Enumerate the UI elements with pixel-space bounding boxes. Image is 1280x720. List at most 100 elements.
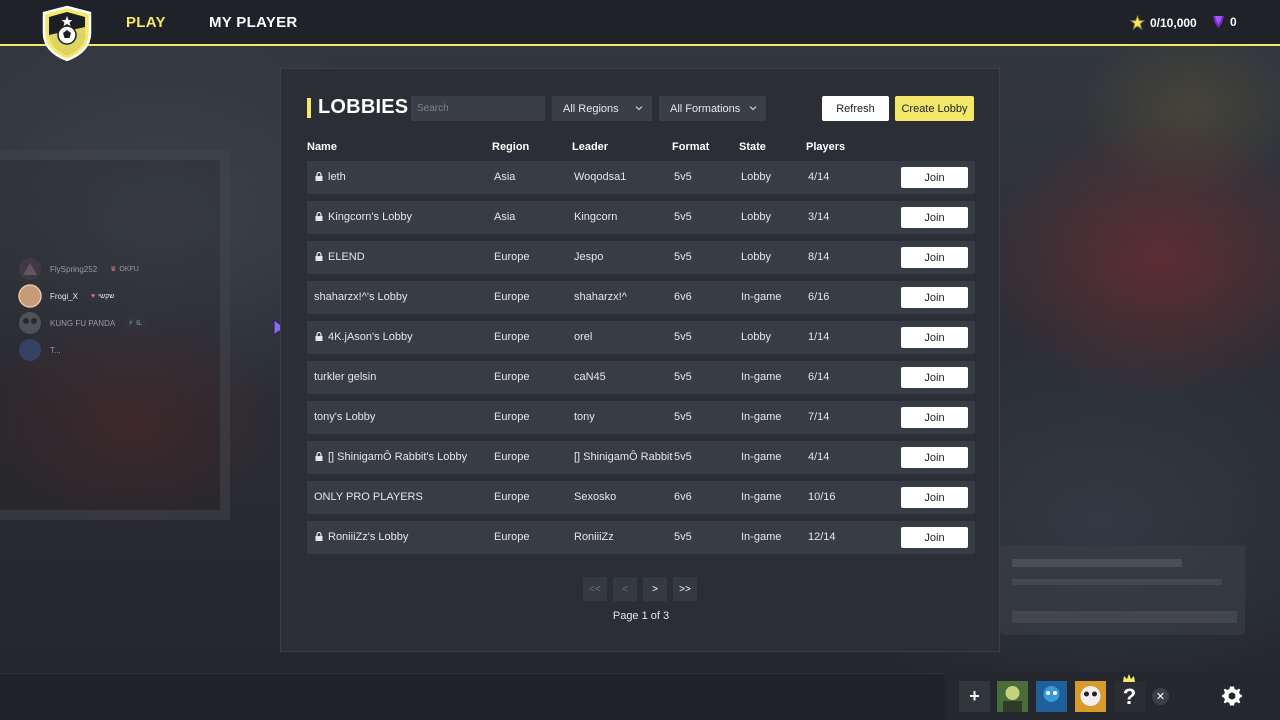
column-header-region: Region (492, 141, 530, 153)
lobby-region: Europe (494, 251, 530, 263)
party-member-avatar[interactable] (1075, 681, 1106, 712)
refresh-button[interactable]: Refresh (822, 96, 889, 121)
lobby-search-input[interactable] (411, 96, 545, 121)
club-logo-icon[interactable] (40, 5, 94, 61)
friend-tag: ♥ שקשי (86, 290, 120, 302)
lobby-region: Europe (494, 371, 530, 383)
last-page-button[interactable]: >> (673, 577, 697, 601)
lobby-leader: Jespo (574, 251, 604, 263)
lobby-region: Europe (494, 531, 530, 543)
lobby-name: RoniiiZz's Lobby (328, 531, 409, 543)
join-lobby-button[interactable]: Join (901, 487, 968, 508)
lock-icon (315, 452, 323, 461)
region-filter-value: All Regions (563, 102, 619, 115)
gems-value: 0 (1230, 15, 1237, 29)
close-party-button[interactable]: ✕ (1152, 688, 1169, 705)
lobby-leader: Sexosko (574, 491, 617, 503)
join-lobby-button[interactable]: Join (901, 167, 968, 188)
party-member-avatar[interactable] (997, 681, 1028, 712)
lobby-region: Europe (494, 491, 530, 503)
nav-my-player-tab[interactable]: MY PLAYER (209, 14, 298, 31)
lobby-state: In-game (741, 531, 782, 543)
lobby-players: 6/16 (808, 291, 830, 303)
lobby-players: 12/14 (808, 531, 836, 543)
party-member-avatar[interactable] (1036, 681, 1067, 712)
gear-icon[interactable] (1222, 686, 1242, 706)
stars-value: 0/10,000 (1150, 15, 1197, 30)
friend-item[interactable]: T... (18, 338, 61, 362)
join-lobby-button[interactable]: Join (901, 447, 968, 468)
pagination: << < > >> (583, 577, 697, 601)
lobby-format: 5v5 (674, 531, 692, 543)
lobby-state: Lobby (741, 171, 771, 183)
lobby-region: Asia (494, 171, 516, 183)
create-lobby-button[interactable]: Create Lobby (895, 96, 974, 121)
friend-name: Frogi_X (50, 291, 79, 301)
join-lobby-button[interactable]: Join (901, 367, 968, 388)
crown-icon (1123, 674, 1135, 682)
join-lobby-button[interactable]: Join (901, 247, 968, 268)
lobby-leader: tony (574, 411, 595, 423)
lobby-leader: Kingcorn (574, 211, 618, 223)
party-bar: + ? ✕ (945, 672, 1280, 720)
lobby-name: ONLY PRO PLAYERS (314, 491, 423, 503)
join-lobby-button[interactable]: Join (901, 527, 968, 548)
lock-icon (315, 532, 323, 541)
join-lobby-button[interactable]: Join (901, 207, 968, 228)
add-party-member-button[interactable]: + (959, 681, 990, 712)
friend-avatar (19, 312, 41, 334)
lobby-format: 5v5 (674, 411, 692, 423)
join-lobby-button[interactable]: Join (901, 407, 968, 428)
prev-page-button[interactable]: < (613, 577, 637, 601)
lobby-name: shaharzx!^'s Lobby (314, 291, 408, 303)
lobby-state: In-game (741, 451, 782, 463)
join-lobby-button[interactable]: Join (901, 287, 968, 308)
friend-item[interactable]: KUNG FU PANDA ⚡ IL (18, 311, 147, 335)
lobby-format: 5v5 (674, 331, 692, 343)
stars-counter: 0/10,000 (1130, 15, 1197, 30)
page-indicator: Page 1 of 3 (612, 610, 670, 622)
formation-filter-dropdown[interactable]: All Formations (659, 96, 766, 121)
column-header-state: State (739, 141, 766, 153)
friend-item[interactable]: FlySpring252 ♛ OKFU (18, 257, 144, 281)
lock-icon (315, 172, 323, 181)
nav-play-tab[interactable]: PLAY (126, 14, 166, 31)
lobbies-title: LOBBIES (318, 96, 409, 118)
gem-icon (1213, 16, 1224, 28)
friend-name: T... (50, 345, 61, 355)
friend-name: KUNG FU PANDA (50, 318, 116, 328)
lobby-region: Europe (494, 291, 530, 303)
lobby-format: 5v5 (674, 211, 692, 223)
lobby-state: Lobby (741, 251, 771, 263)
lobby-name: leth (328, 171, 346, 183)
lobby-region: Europe (494, 331, 530, 343)
lobby-name: Kingcorn's Lobby (328, 211, 413, 223)
lobby-leader: Woqodsa1 (574, 171, 627, 183)
unknown-party-slot[interactable]: ? (1114, 681, 1145, 712)
lobby-state: Lobby (741, 331, 771, 343)
background-frame (0, 150, 230, 520)
lock-icon (315, 332, 323, 341)
title-accent-bar (307, 98, 311, 118)
background-card (1000, 545, 1245, 635)
lobby-state: In-game (741, 371, 782, 383)
table-row: 4K.jAson's Lobby Europe orel 5v5 Lobby 1/14 Jo… (307, 321, 975, 354)
friend-item[interactable]: Frogi_X ♥ שקשי (18, 284, 120, 308)
lobby-players: 3/14 (808, 211, 830, 223)
table-row: RoniiiZz's Lobby Europe RoniiiZz 5v5 In-game… (307, 521, 975, 554)
lobby-name: ELEND (328, 251, 365, 263)
lobby-state: In-game (741, 291, 782, 303)
region-filter-dropdown[interactable]: All Regions (552, 96, 652, 121)
formation-filter-value: All Formations (670, 102, 741, 115)
next-page-button[interactable]: > (643, 577, 667, 601)
first-page-button[interactable]: << (583, 577, 607, 601)
table-row: shaharzx!^'s Lobby Europe shaharzx!^ 6v6 In-… (307, 281, 975, 314)
lobby-format: 6v6 (674, 491, 692, 503)
lobby-players: 4/14 (808, 171, 830, 183)
lobby-leader: RoniiiZz (574, 531, 614, 543)
star-coin-icon (1130, 15, 1145, 30)
table-row: leth Asia Woqodsa1 5v5 Lobby 4/14 Join (307, 161, 975, 194)
lobby-format: 5v5 (674, 371, 692, 383)
lobbies-panel: LOBBIES All Regions All Formations Refre… (280, 68, 1000, 652)
join-lobby-button[interactable]: Join (901, 327, 968, 348)
